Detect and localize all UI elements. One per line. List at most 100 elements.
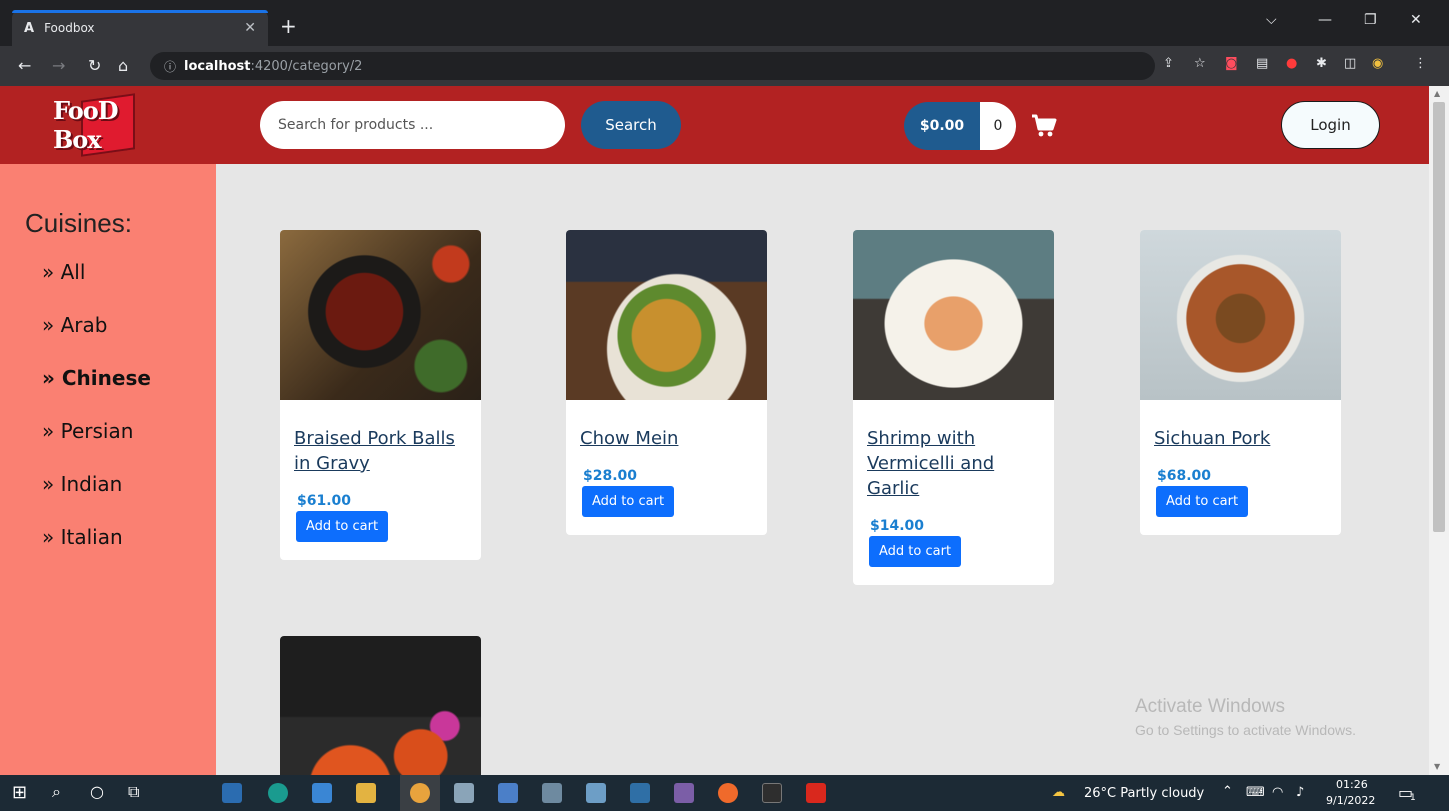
app-paint-icon[interactable] — [454, 783, 474, 803]
forward-icon[interactable]: → — [52, 56, 65, 75]
app-postman-icon[interactable] — [718, 783, 738, 803]
sidebar-item-chinese[interactable]: » Chinese — [42, 366, 151, 419]
site-header: FooD Box Search $0.00 0 Login — [0, 86, 1429, 164]
page-scrollbar[interactable]: ▲ ▼ — [1429, 86, 1449, 775]
acrobat-icon[interactable] — [806, 783, 826, 803]
close-window-icon[interactable]: ✕ — [1410, 12, 1422, 28]
app-pen-icon[interactable] — [498, 783, 518, 803]
sidebar-item-italian[interactable]: » Italian — [42, 525, 151, 578]
product-image[interactable] — [1140, 230, 1341, 400]
product-card — [280, 636, 481, 775]
activate-windows-watermark: Activate Windows Go to Settings to activ… — [1135, 696, 1356, 738]
file-explorer-icon[interactable] — [356, 783, 376, 803]
logo-container[interactable]: FooD Box — [0, 86, 216, 164]
scroll-up-icon[interactable]: ▲ — [1434, 89, 1440, 98]
login-button[interactable]: Login — [1281, 101, 1380, 149]
clock-date[interactable]: 9/1/2022 — [1326, 794, 1375, 807]
home-icon[interactable]: ⌂ — [118, 56, 128, 75]
search-button[interactable]: Search — [581, 101, 681, 149]
product-price: $14.00 — [870, 518, 925, 534]
product-image[interactable] — [853, 230, 1054, 400]
extension-pocket-icon[interactable]: ◙ — [1225, 56, 1238, 71]
logo-text: FooD Box — [53, 96, 119, 154]
close-tab-icon[interactable]: ✕ — [244, 20, 256, 36]
cart-summary[interactable]: $0.00 0 — [904, 102, 1058, 150]
store-icon[interactable] — [222, 783, 242, 803]
scrollbar-thumb[interactable] — [1433, 102, 1445, 532]
add-to-cart-button[interactable]: Add to cart — [296, 511, 389, 542]
product-card: Shrimp with Vermicelli and Garlic $14.00… — [853, 230, 1054, 585]
task-view-icon[interactable]: ⧉ — [128, 782, 139, 802]
extension-adblock-icon[interactable]: ● — [1286, 56, 1297, 71]
network-icon[interactable]: ⌨ — [1246, 785, 1265, 800]
browser-tab[interactable]: A Foodbox ✕ — [12, 10, 268, 46]
restore-icon[interactable]: ❐ — [1364, 12, 1377, 28]
cuisine-sidebar: Cuisines: » All » Arab » Chinese » Persi… — [0, 164, 216, 775]
bookmark-star-icon[interactable]: ☆ — [1194, 56, 1206, 71]
side-panel-icon[interactable]: ◫ — [1344, 56, 1356, 71]
product-image[interactable] — [280, 636, 481, 775]
minimize-icon[interactable]: — — [1318, 12, 1332, 28]
sidebar-item-arab[interactable]: » Arab — [42, 313, 151, 366]
profile-avatar[interactable]: ◉ — [1372, 56, 1383, 71]
sidebar-item-persian[interactable]: » Persian — [42, 419, 151, 472]
extension-doc-icon[interactable]: ▤ — [1256, 56, 1268, 71]
tab-title: Foodbox — [44, 21, 95, 35]
share-icon[interactable]: ⇪ — [1163, 56, 1174, 71]
product-image[interactable] — [566, 230, 767, 400]
weather-status[interactable]: 26°C Partly cloudy — [1084, 786, 1204, 801]
windows-taskbar: ⊞ ⌕ ○ ⧉ ☁ 26°C Partly cloudy ⌃ ⌨ ◠ ♪ 01:… — [0, 775, 1449, 811]
app-game-icon[interactable] — [674, 783, 694, 803]
app-tools-icon[interactable] — [542, 783, 562, 803]
tab-accent — [12, 10, 268, 13]
add-to-cart-button[interactable]: Add to cart — [869, 536, 962, 567]
site-info-icon[interactable]: ⓘ — [164, 58, 176, 75]
sidebar-item-all[interactable]: » All — [42, 260, 151, 313]
extensions-puzzle-icon[interactable]: ✱ — [1316, 56, 1327, 71]
product-price: $68.00 — [1157, 468, 1212, 484]
scroll-down-icon[interactable]: ▼ — [1434, 762, 1440, 771]
product-name-link[interactable]: Braised Pork Balls in Gravy — [294, 426, 467, 476]
tab-search-icon[interactable]: ⌵ — [1266, 12, 1277, 28]
app-monitor-icon[interactable] — [586, 783, 606, 803]
watermark-title: Activate Windows — [1135, 696, 1285, 717]
tray-chevron-icon[interactable]: ⌃ — [1222, 784, 1233, 799]
sidebar-item-indian[interactable]: » Indian — [42, 472, 151, 525]
product-name-link[interactable]: Chow Mein — [580, 426, 753, 451]
product-card: Braised Pork Balls in Gravy $61.00 Add t… — [280, 230, 481, 560]
search-input[interactable] — [260, 101, 565, 149]
favicon-icon: A — [24, 20, 35, 36]
search-icon[interactable]: ⌕ — [52, 782, 61, 802]
vscode-installer-icon[interactable] — [312, 783, 332, 803]
reload-icon[interactable]: ↻ — [88, 56, 101, 75]
wifi-icon[interactable]: ◠ — [1272, 785, 1283, 800]
foodbox-logo[interactable]: FooD Box — [53, 93, 163, 157]
cart-total: $0.00 — [904, 102, 980, 150]
address-bar: ← → ↻ ⌂ ⓘ localhost :4200/category/2 ⇪ ☆… — [0, 46, 1449, 86]
product-name-link[interactable]: Shrimp with Vermicelli and Garlic — [867, 426, 1040, 501]
app-git-icon[interactable] — [630, 783, 650, 803]
cart-count: 0 — [980, 102, 1016, 150]
back-icon[interactable]: ← — [18, 56, 31, 75]
edge-icon[interactable] — [268, 783, 288, 803]
product-image[interactable] — [280, 230, 481, 400]
shopping-cart-icon[interactable] — [1030, 112, 1058, 140]
notification-count: 1 — [1410, 793, 1416, 803]
url-input[interactable]: ⓘ localhost :4200/category/2 — [150, 52, 1155, 80]
new-tab-icon[interactable]: + — [280, 14, 297, 38]
add-to-cart-button[interactable]: Add to cart — [1156, 486, 1249, 517]
clock-time[interactable]: 01:26 — [1336, 778, 1368, 791]
browser-tab-bar: A Foodbox ✕ + ⌵ — ❐ ✕ — [0, 0, 1449, 46]
product-name-link[interactable]: Sichuan Pork — [1154, 426, 1327, 451]
product-card: Chow Mein $28.00 Add to cart — [566, 230, 767, 535]
chrome-icon[interactable] — [410, 783, 430, 803]
windows-start-icon[interactable]: ⊞ — [12, 782, 27, 803]
weather-icon[interactable]: ☁ — [1052, 785, 1065, 800]
add-to-cart-button[interactable]: Add to cart — [582, 486, 675, 517]
product-price: $28.00 — [583, 468, 638, 484]
terminal-icon[interactable] — [762, 783, 782, 803]
menu-kebab-icon[interactable]: ⋮ — [1414, 56, 1427, 71]
cortana-icon[interactable]: ○ — [90, 782, 104, 801]
product-card: Sichuan Pork $68.00 Add to cart — [1140, 230, 1341, 535]
volume-icon[interactable]: ♪ — [1296, 785, 1304, 800]
